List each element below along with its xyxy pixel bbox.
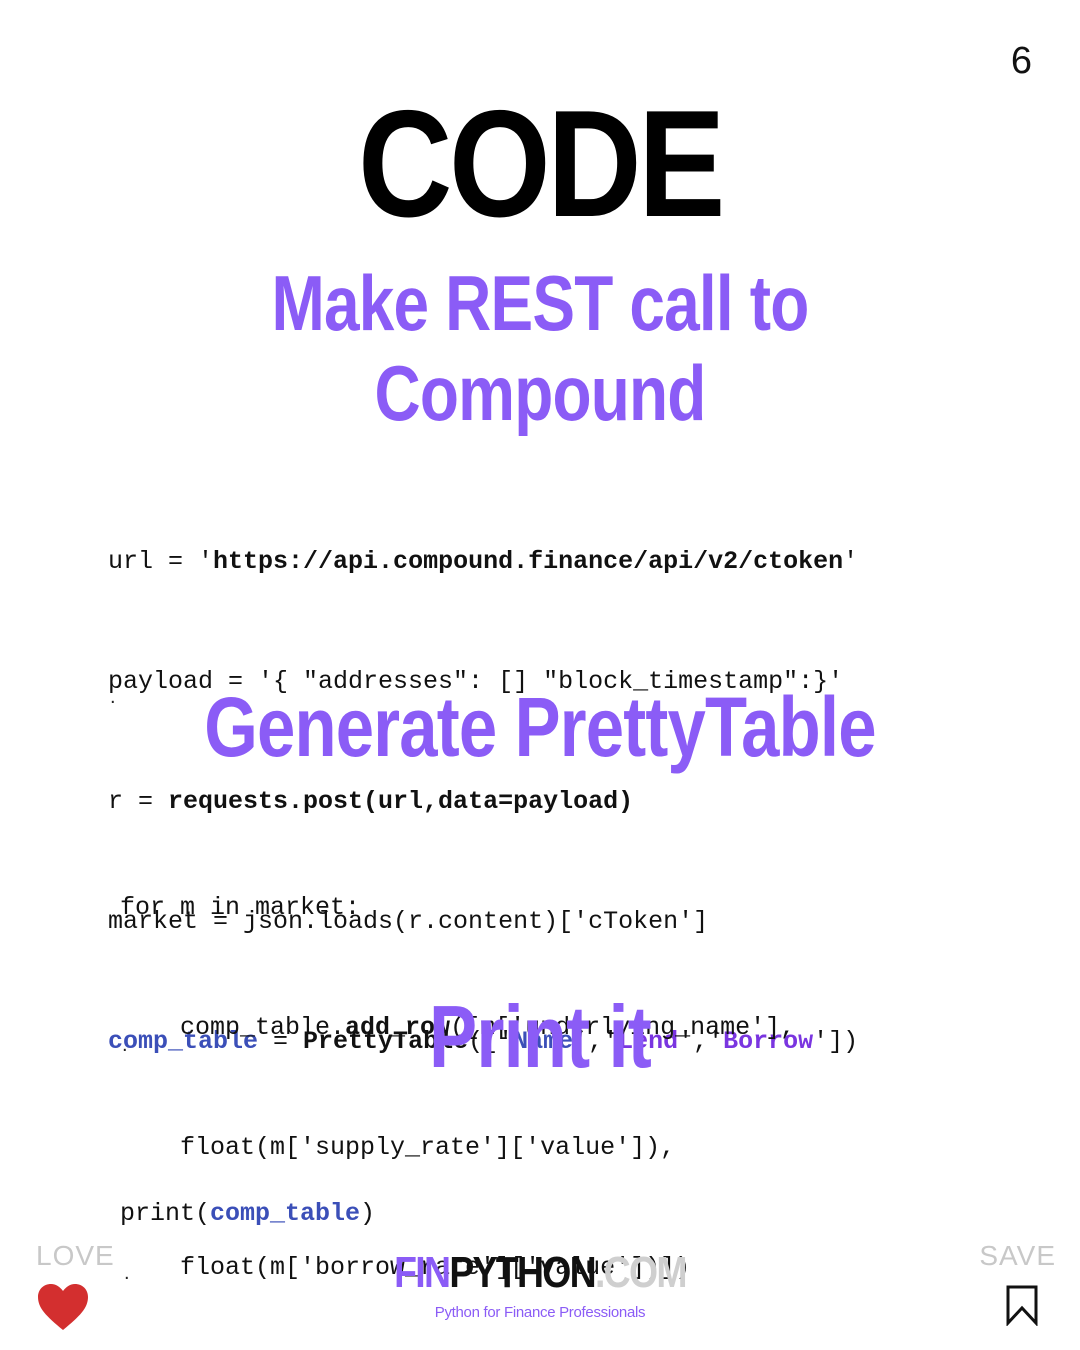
code-text: print(: [120, 1199, 211, 1228]
print-heading: Print it: [429, 987, 652, 1086]
code-line: url = 'https://api.compound.finance/api/…: [108, 542, 858, 582]
rest-heading: Make REST call to Compound: [97, 258, 983, 438]
rest-heading-line2: Compound: [374, 349, 707, 437]
brand-python: PYTHON: [449, 1248, 596, 1297]
save-label: SAVE: [979, 1240, 1056, 1271]
code-text: ): [360, 1199, 376, 1228]
code-text: ': [843, 547, 859, 576]
brand-com: .COM: [594, 1248, 688, 1297]
brand-fin: FIN: [394, 1248, 451, 1297]
code-line: for m in market:: [120, 893, 361, 922]
bookmark-icon[interactable]: [1005, 1284, 1039, 1326]
table-heading: Generate PrettyTable: [204, 680, 876, 774]
code-line: print(comp_table): [120, 1194, 375, 1234]
page-number: 6: [1010, 40, 1032, 82]
code-variable: comp_table: [210, 1199, 361, 1228]
rest-heading-line1: Make REST call to: [271, 259, 810, 347]
code-text: url = ': [108, 547, 214, 576]
page-title: CODE: [358, 79, 725, 249]
brand-tagline: Python for Finance Professionals: [434, 1304, 646, 1321]
brand-logo: FINPYTHON.COM: [81, 1248, 999, 1298]
code-url: https://api.compound.finance/api/v2/ctok…: [213, 547, 844, 576]
